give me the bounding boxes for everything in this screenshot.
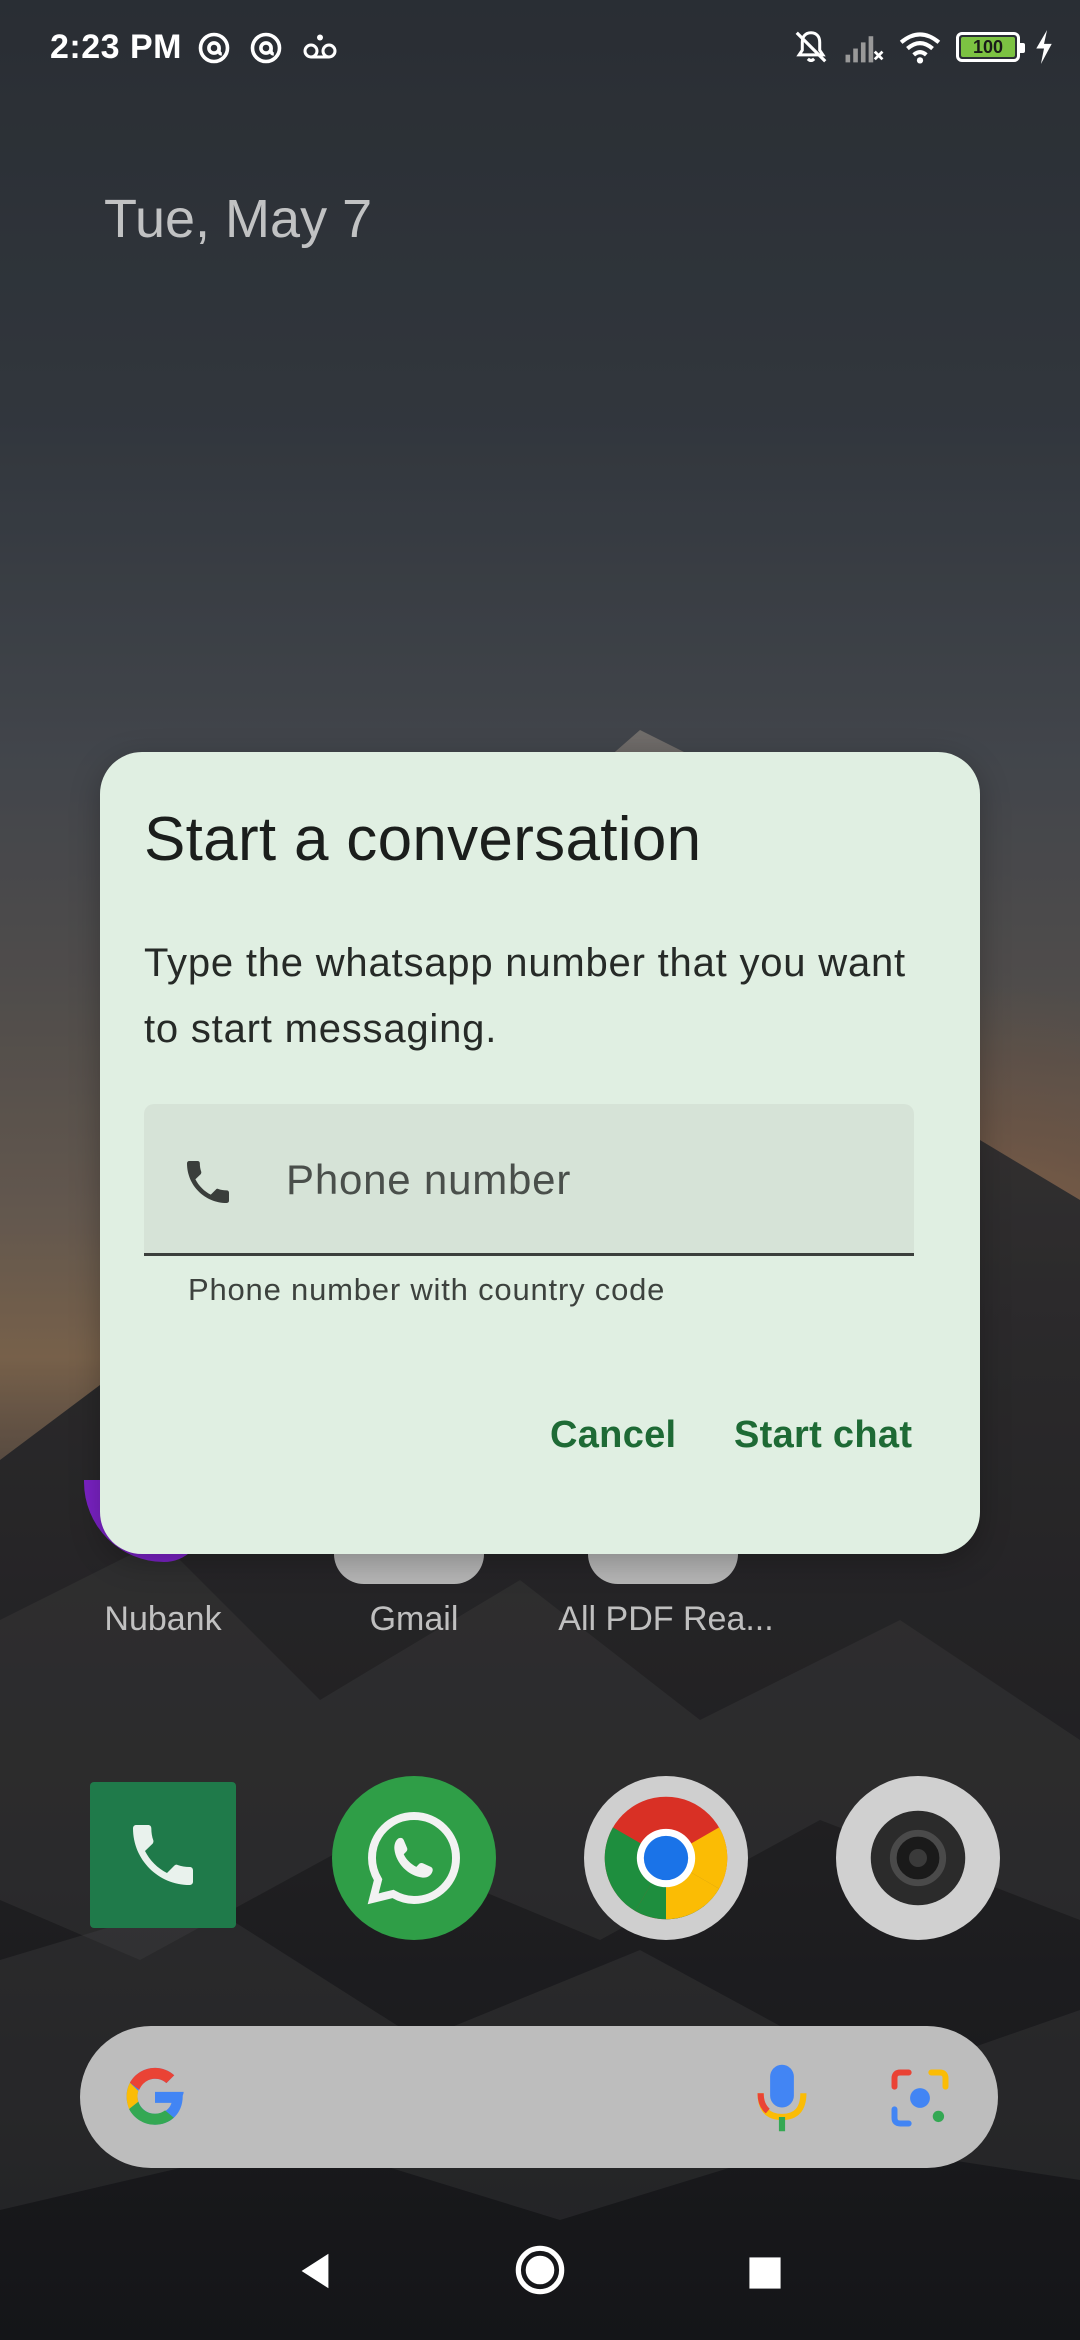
cancel-button[interactable]: Cancel: [550, 1414, 676, 1457]
app-label-gmail[interactable]: Gmail: [294, 1600, 534, 1639]
status-right-icons: 100: [792, 28, 1054, 66]
camera-app-icon[interactable]: [836, 1776, 1000, 1940]
charging-icon: [1036, 30, 1052, 64]
chrome-app-icon[interactable]: [584, 1776, 748, 1940]
whatsapp-app-icon[interactable]: [332, 1776, 496, 1940]
wifi-icon: [899, 32, 941, 64]
signal-off-icon: [845, 36, 884, 63]
recents-icon[interactable]: [748, 2256, 782, 2290]
back-icon[interactable]: [292, 2248, 338, 2294]
gmail-app-icon[interactable]: [334, 1554, 484, 1584]
camera-icon: [870, 1810, 966, 1906]
phone-number-helper-text: Phone number with country code: [188, 1272, 666, 1307]
battery-icon: 100: [956, 32, 1025, 62]
start-chat-button[interactable]: Start chat: [734, 1414, 912, 1457]
start-conversation-dialog: Start a conversation Type the whatsapp n…: [100, 752, 980, 1554]
status-bar: 2:23 PM 100: [0, 0, 1080, 96]
bell-off-icon: [795, 31, 827, 63]
google-search-bar[interactable]: [80, 2026, 998, 2168]
pdf-reader-app-icon[interactable]: [588, 1554, 738, 1584]
dialog-title: Start a conversation: [144, 805, 702, 874]
app-label-pdf-reader[interactable]: All PDF Rea...: [546, 1600, 786, 1639]
dialog-message: Type the whatsapp number that you want t…: [144, 941, 906, 1051]
google-lens-icon[interactable]: [886, 2064, 954, 2132]
voicemail-icon: [303, 34, 337, 59]
at-sign-icon: [250, 32, 282, 64]
phone-number-field[interactable]: [144, 1104, 914, 1256]
home-date[interactable]: Tue, May 7: [104, 188, 372, 250]
home-icon[interactable]: [514, 2244, 566, 2296]
status-left-icons: [196, 30, 340, 66]
battery-level: 100: [972, 36, 1004, 57]
phone-icon: [133, 1825, 193, 1885]
status-time: 2:23 PM: [50, 28, 182, 66]
chrome-icon: [604, 1796, 728, 1920]
app-label-nubank[interactable]: Nubank: [43, 1600, 283, 1639]
at-sign-icon: [198, 32, 230, 64]
phone-icon: [187, 1161, 229, 1203]
microphone-icon[interactable]: [752, 2060, 812, 2136]
google-logo-icon[interactable]: [120, 2062, 190, 2132]
phone-number-input[interactable]: [286, 1150, 886, 1210]
whatsapp-icon: [367, 1812, 460, 1905]
battery-nub: [1020, 43, 1025, 53]
phone-app-icon[interactable]: [90, 1782, 236, 1928]
